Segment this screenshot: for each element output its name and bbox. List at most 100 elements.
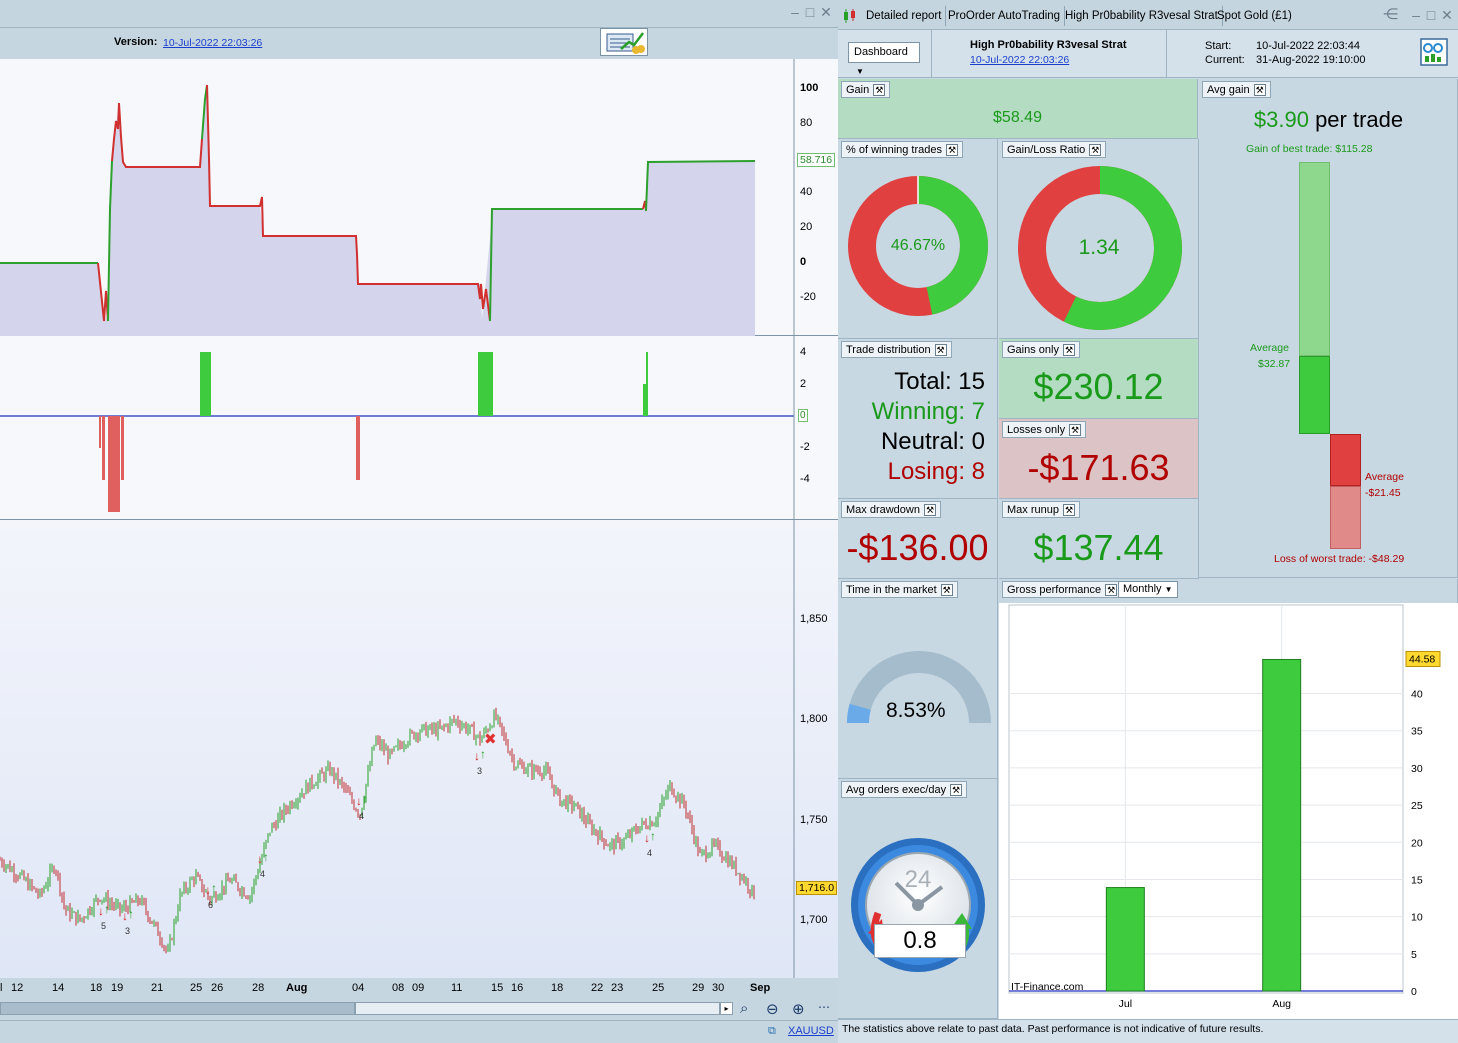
y-tick-label: 40	[1411, 689, 1423, 701]
axis-tick: -4	[800, 473, 810, 485]
wrench-icon[interactable]: ⚒	[1089, 144, 1102, 157]
strategy-report-button[interactable]	[600, 28, 648, 56]
avg-pos-value: $32.87	[1258, 358, 1291, 370]
trade-count-label: 3	[125, 926, 130, 936]
x-tick: 22	[591, 982, 604, 994]
gross-performance-label: Gross performance ⚒	[1002, 581, 1123, 598]
wrench-icon[interactable]: ⚒	[946, 144, 958, 157]
disclaimer-bar: The statistics above relate to past data…	[838, 1019, 1458, 1043]
total-trades: Total: 15	[894, 368, 985, 395]
avg-gain-value-row: $3.90 per trade	[1199, 107, 1458, 133]
avg-neg-label: Average	[1365, 471, 1404, 483]
tab-proorder[interactable]: ProOrder AutoTrading	[944, 6, 1066, 26]
bar-aug	[1262, 658, 1302, 992]
trade-count-label: 3	[477, 766, 482, 776]
trade-distribution-list: Total: 15 Winning: 7 Neutral: 0 Losing: …	[872, 367, 985, 487]
x-tick: 04	[352, 982, 365, 994]
x-tick: 29	[692, 982, 705, 994]
max-drawdown-label: Max drawdown ⚒	[841, 501, 941, 518]
chart-window: – □ ✕ Version: 10-Jul-2022 22:03:26 100 …	[0, 0, 838, 1043]
strategy-name: High Pr0bability R3vesal Strat	[970, 39, 1127, 51]
avg-gain-tile: Avg gain ⚒ $3.90 per trade Gain of best t…	[1199, 79, 1458, 578]
chart-options-icon[interactable]: ⋯	[818, 1000, 830, 1014]
x-tick: 28	[252, 982, 265, 994]
trade-count-label: 4	[359, 811, 364, 821]
gross-chart-area: 0 5 10 15 20 25 30 35 40 Jul Aug 44.58 IT-Finance.c…	[999, 603, 1458, 1019]
wrench-icon[interactable]: ⚒	[1253, 84, 1266, 97]
chart-scrollbar-track[interactable]	[355, 1002, 720, 1015]
strategy-date-link[interactable]: 10-Jul-2022 22:03:26	[970, 54, 1069, 66]
x-tick: 14	[52, 982, 65, 994]
wrench-icon[interactable]: ⚒	[1062, 504, 1075, 517]
avg-orders-label: Avg orders exec/day ⚒	[841, 781, 968, 798]
tab-strategy[interactable]: High Pr0bability R3vesal Strat	[1061, 6, 1223, 26]
close-icon[interactable]: ✕	[819, 5, 833, 19]
buy-arrow-icon: ↑	[650, 829, 656, 843]
wrench-icon[interactable]: ⚒	[923, 504, 936, 517]
gain-label: Gain ⚒	[841, 81, 891, 98]
worst-trade-bar	[1330, 486, 1361, 549]
avg-neg-value: -$21.45	[1365, 487, 1401, 499]
close-icon[interactable]: ✕	[1440, 8, 1454, 22]
axis-tick: -2	[800, 441, 810, 453]
gains-only-tile: Gains only ⚒ $230.12	[999, 339, 1199, 419]
buy-arrow-icon: ↑	[104, 902, 110, 916]
divider	[931, 30, 932, 78]
wrench-icon[interactable]: ⚒	[1105, 584, 1118, 597]
gain-value: $58.49	[993, 109, 1042, 126]
period-dropdown[interactable]: Monthly ▼	[1118, 581, 1178, 598]
scroll-right-icon[interactable]: ▸	[720, 1002, 733, 1015]
gain-loss-value: 1.34	[1078, 236, 1120, 259]
x-tick: 30	[712, 982, 725, 994]
chart-scrollbar-thumb[interactable]	[0, 1002, 355, 1015]
share-icon[interactable]: ⋲	[1383, 7, 1398, 22]
losses-only-value: -$171.63	[1027, 447, 1170, 488]
x-tick-label: Aug	[1272, 998, 1291, 1010]
losses-only-label: Losses only ⚒	[1002, 421, 1087, 438]
axis-tick: 1,700	[800, 914, 828, 926]
minimize-icon[interactable]: –	[788, 5, 802, 19]
gain-loss-tile: Gain/Loss Ratio ⚒ 1.34	[999, 139, 1199, 339]
max-runup-value: $137.44	[1033, 527, 1164, 568]
wrench-icon[interactable]: ⚒	[1069, 424, 1082, 437]
neutral-trades: Neutral: 0	[880, 428, 985, 455]
wrench-icon[interactable]: ⚒	[940, 584, 953, 597]
axis-tick: 1,800	[800, 713, 828, 725]
minimize-icon[interactable]: –	[1409, 8, 1423, 22]
zoom-out-icon[interactable]: ⊖	[766, 1000, 779, 1018]
clock-24-label: 24	[905, 866, 932, 893]
settings-report-icon[interactable]	[1420, 38, 1450, 68]
gross-performance-bar-chart: 0 5 10 15 20 25 30 35 40 Jul Aug 44.58	[1008, 604, 1441, 1010]
version-bar: Version: 10-Jul-2022 22:03:26	[0, 28, 838, 58]
maximize-icon[interactable]: □	[803, 5, 817, 19]
dashboard-dropdown[interactable]: Dashboard ▼	[848, 42, 920, 76]
winning-trades-tile: % of winning trades ⚒ 46.67%	[838, 139, 998, 339]
chevron-down-icon: ▼	[1164, 585, 1173, 594]
start-value: 10-Jul-2022 22:03:44	[1256, 40, 1360, 52]
maximize-icon[interactable]: □	[1424, 8, 1438, 22]
trade-distribution-tile: Trade distribution ⚒ Total: 15 Winning: 7…	[838, 339, 998, 499]
y-tick-label: 10	[1411, 912, 1423, 924]
tab-instrument[interactable]: Spot Gold (£1)	[1213, 6, 1296, 26]
chart-scroll-row: ▸ ⌕ ⊖ ⊕ ⋯	[0, 998, 838, 1020]
wrench-icon[interactable]: ⚒	[950, 784, 963, 797]
time-in-market-label: Time in the market ⚒	[841, 581, 958, 598]
wrench-icon[interactable]: ⚒	[934, 344, 947, 357]
gains-only-value: $230.12	[1033, 366, 1164, 407]
chart-statusbar: ⧉ XAUUSD	[0, 1020, 838, 1043]
symbol-link[interactable]: XAUUSD	[788, 1025, 834, 1037]
wrench-icon[interactable]: ⚒	[873, 84, 886, 97]
report-tabbar: Detailed report ProOrder AutoTrading Hig…	[838, 0, 1458, 30]
divider	[1166, 30, 1167, 78]
wrench-icon[interactable]: ⚒	[1062, 344, 1075, 357]
zoom-in-icon[interactable]: ⊕	[792, 1000, 805, 1018]
zoom-fit-icon[interactable]: ⌕	[740, 1000, 748, 1017]
tab-detailed-report[interactable]: Detailed report	[862, 6, 947, 26]
trade-count-label: 5	[101, 921, 106, 931]
y-tick-label: 35	[1411, 726, 1423, 738]
version-link[interactable]: 10-Jul-2022 22:03:26	[163, 37, 262, 49]
x-tick: 25	[190, 982, 203, 994]
price-candles-chart: ↓ ↑5↓ ↑3↓ ↑6↓ ↑4↓ ↑4↓ ↑3↓ ↑4✖	[0, 520, 795, 978]
y-tick-label: 15	[1411, 874, 1423, 886]
x-tick: 18	[551, 982, 564, 994]
